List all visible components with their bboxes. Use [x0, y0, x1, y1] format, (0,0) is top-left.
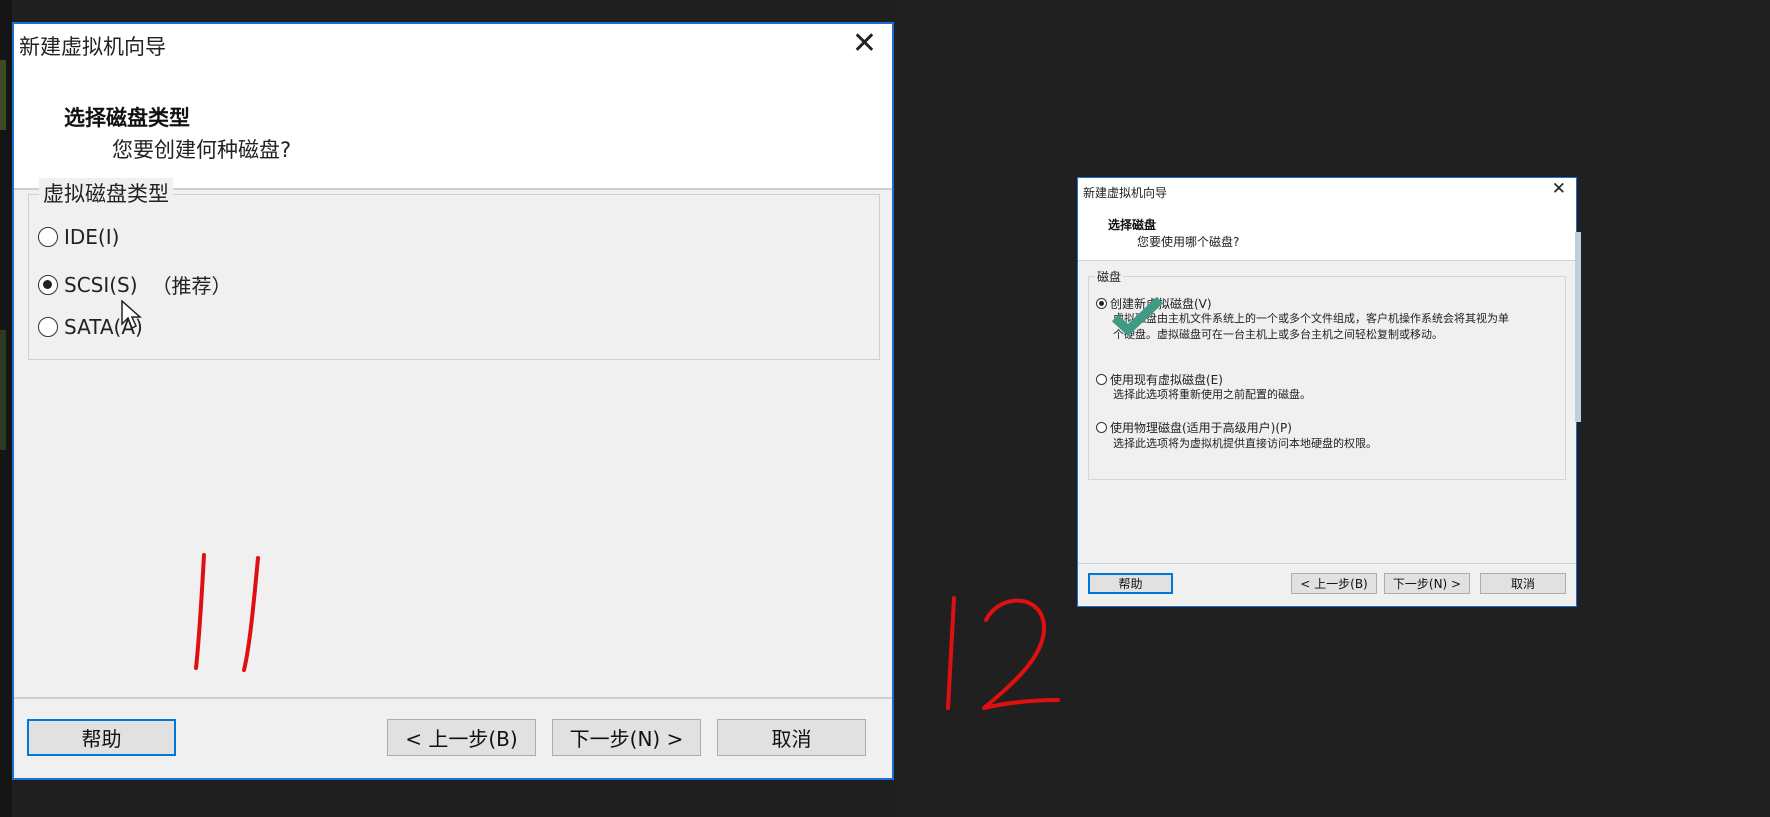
- new-vm-wizard-dialog-disk-type: 新建虚拟机向导 ✕ 选择磁盘类型 您要创建何种磁盘? 虚拟磁盘类型 IDE(I)…: [12, 22, 894, 780]
- help-button[interactable]: 帮助: [27, 719, 176, 756]
- help-button[interactable]: 帮助: [1088, 573, 1173, 594]
- title-bar: 新建虚拟机向导 ✕: [1078, 178, 1576, 202]
- footer-divider: [14, 697, 892, 699]
- option-description: 选择此选项将重新使用之前配置的磁盘。: [1113, 388, 1311, 401]
- group-label: 虚拟磁盘类型: [39, 178, 173, 208]
- wizard-header: 选择磁盘类型 您要创建何种磁盘?: [14, 64, 892, 190]
- description-line: 虚拟磁盘由主机文件系统上的一个或多个文件组成，客户机操作系统会将其视为单: [1113, 312, 1509, 325]
- radio-label: IDE(I): [64, 225, 120, 249]
- window-title: 新建虚拟机向导: [19, 35, 166, 59]
- back-button[interactable]: < 上一步(B): [387, 719, 536, 756]
- footer-divider: [1078, 563, 1576, 564]
- background-scrollbar: [1575, 232, 1581, 422]
- wizard-header: 选择磁盘 您要使用哪个磁盘?: [1078, 202, 1576, 261]
- radio-button-icon: [1096, 374, 1107, 385]
- radio-button-selected-icon: [38, 274, 58, 295]
- cancel-button[interactable]: 取消: [717, 719, 866, 756]
- close-icon[interactable]: ✕: [1552, 179, 1566, 199]
- radio-label: 使用现有虚拟磁盘(E): [1110, 373, 1223, 387]
- background-fragment: [0, 60, 6, 130]
- title-bar: 新建虚拟机向导 ✕: [14, 24, 892, 64]
- radio-scsi[interactable]: SCSI(S) （推荐）: [38, 270, 232, 299]
- annotation-step-11: [194, 553, 260, 672]
- cancel-button[interactable]: 取消: [1480, 573, 1566, 594]
- background-fragment: [0, 330, 6, 450]
- radio-button-selected-icon: [1096, 298, 1107, 309]
- page-subtitle: 您要使用哪个磁盘?: [1137, 235, 1240, 249]
- option-description: 虚拟磁盘由主机文件系统上的一个或多个文件组成，客户机操作系统会将其视为单 个硬盘…: [1113, 311, 1509, 343]
- checkmark-icon: [1112, 296, 1164, 336]
- mouse-cursor-icon: [121, 300, 142, 330]
- description-line: 个硬盘。虚拟磁盘可在一台主机上或多台主机之间轻松复制或移动。: [1113, 328, 1443, 341]
- next-button[interactable]: 下一步(N) >: [1384, 573, 1470, 594]
- radio-button-icon: [38, 317, 58, 337]
- back-button[interactable]: < 上一步(B): [1291, 573, 1377, 594]
- option-description: 选择此选项将为虚拟机提供直接访问本地硬盘的权限。: [1113, 437, 1377, 450]
- group-label: 磁盘: [1095, 268, 1124, 285]
- annotation-step-12: [946, 596, 1060, 710]
- radio-ide[interactable]: IDE(I): [38, 225, 119, 249]
- page-title: 选择磁盘类型: [64, 106, 190, 130]
- radio-label: 使用物理磁盘(适用于高级用户)(P): [1110, 421, 1292, 435]
- page-subtitle: 您要创建何种磁盘?: [112, 138, 292, 162]
- radio-use-physical-disk[interactable]: 使用物理磁盘(适用于高级用户)(P): [1096, 419, 1292, 436]
- new-vm-wizard-dialog-select-disk: 新建虚拟机向导 ✕ 选择磁盘 您要使用哪个磁盘? 磁盘 创建新虚拟磁盘(V) 虚…: [1077, 177, 1577, 607]
- next-button[interactable]: 下一步(N) >: [552, 719, 701, 756]
- close-icon[interactable]: ✕: [852, 26, 877, 61]
- radio-button-icon: [38, 227, 58, 247]
- page-title: 选择磁盘: [1108, 218, 1157, 232]
- radio-button-icon: [1096, 422, 1107, 433]
- background-edge: [0, 0, 12, 817]
- radio-label: SCSI(S): [64, 272, 138, 297]
- recommended-label: （推荐）: [151, 274, 232, 298]
- radio-use-existing-disk[interactable]: 使用现有虚拟磁盘(E): [1096, 371, 1223, 388]
- window-title: 新建虚拟机向导: [1083, 186, 1168, 200]
